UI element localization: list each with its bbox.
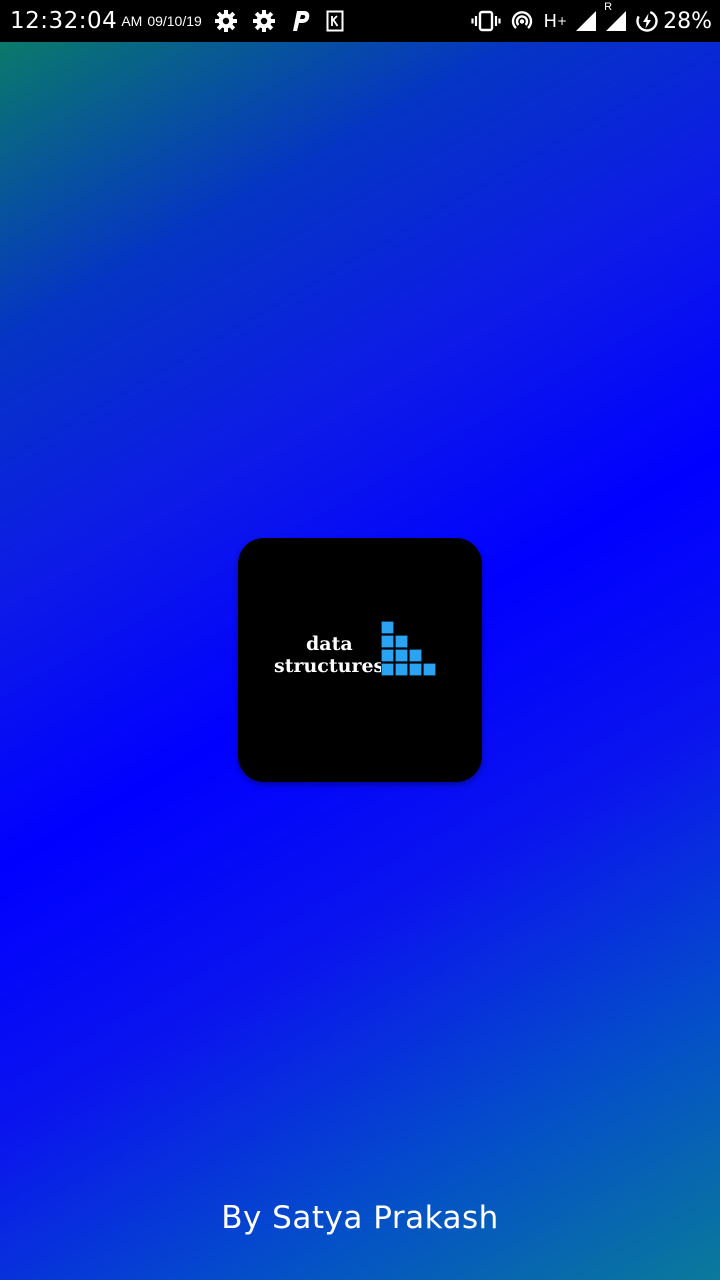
- parking-icon: [290, 9, 312, 33]
- logo-word-structures: structures: [274, 655, 385, 677]
- author-credit: By Satya Prakash: [221, 1200, 499, 1236]
- gear-icon: [214, 9, 238, 33]
- app-logo: data structures: [238, 538, 482, 782]
- vibrate-icon: [471, 10, 502, 32]
- network-type-label: H: [543, 10, 558, 32]
- logo-word-data: data: [306, 633, 353, 655]
- screen: 12:32:04 AM 09/10/19 H + R 28% data stru…: [0, 0, 720, 1280]
- battery-charging-icon: [635, 9, 659, 33]
- logo-blocks-icon: [381, 621, 437, 677]
- status-ampm: AM: [121, 13, 143, 29]
- status-clock: 12:32:04: [10, 8, 118, 34]
- splash-screen: data structures By Satya Prakash: [0, 42, 720, 1280]
- k-app-icon: [326, 10, 344, 32]
- signal-icon: [575, 10, 597, 32]
- status-bar-left: 12:32:04 AM 09/10/19: [10, 8, 358, 34]
- battery-percent: 28%: [663, 8, 712, 34]
- status-bar-right: H + R 28%: [471, 1, 712, 34]
- hotspot-icon: [509, 9, 535, 33]
- network-type-plus: +: [557, 14, 568, 28]
- signal-roaming-icon: R: [604, 1, 627, 32]
- roaming-label: R: [604, 1, 613, 13]
- status-bar: 12:32:04 AM 09/10/19 H + R 28%: [0, 0, 720, 42]
- gear-icon: [252, 9, 276, 33]
- network-type: H +: [543, 11, 567, 32]
- status-date: 09/10/19: [147, 13, 202, 29]
